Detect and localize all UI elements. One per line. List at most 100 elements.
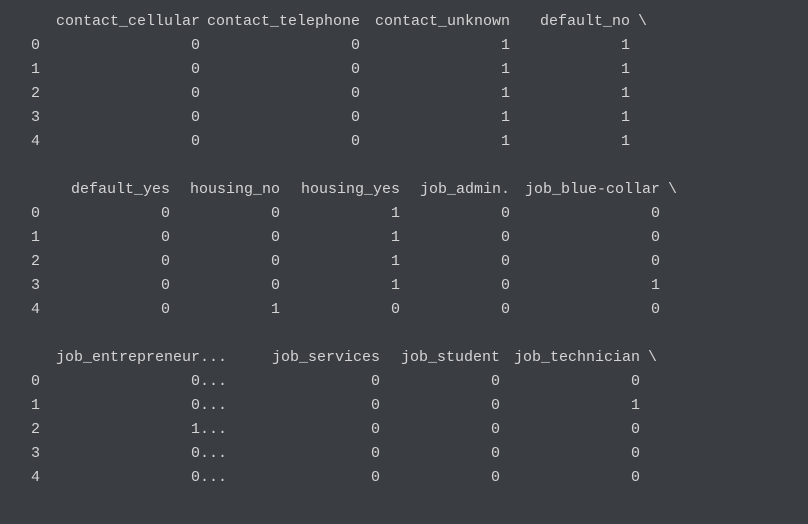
cell-value: ... bbox=[200, 370, 250, 394]
cell-value: 0 bbox=[50, 106, 200, 130]
cell-value: 0 bbox=[500, 418, 640, 442]
cell-value: 0 bbox=[50, 274, 170, 298]
cell-value: 1 bbox=[510, 106, 630, 130]
cell-value: 0 bbox=[500, 370, 640, 394]
dataframe-block: default_yeshousing_nohousing_yesjob_admi… bbox=[0, 178, 808, 322]
cell-value: 1 bbox=[360, 130, 510, 154]
cell-value: 0 bbox=[50, 250, 170, 274]
row-index: 3 bbox=[0, 274, 50, 298]
column-header: job_entrepreneur bbox=[50, 346, 200, 370]
dataframe-output: contact_cellularcontact_telephonecontact… bbox=[0, 0, 808, 524]
cell-value: 1 bbox=[360, 82, 510, 106]
cell-value: 0 bbox=[510, 202, 660, 226]
table-row: 000100 bbox=[0, 202, 808, 226]
cell-value: ... bbox=[200, 442, 250, 466]
cell-value: 0 bbox=[50, 226, 170, 250]
cell-value: 0 bbox=[400, 274, 510, 298]
cell-value: 0 bbox=[200, 82, 360, 106]
row-index: 4 bbox=[0, 130, 50, 154]
column-header: job_student bbox=[380, 346, 500, 370]
column-header: contact_telephone bbox=[200, 10, 360, 34]
table-row: 40011 bbox=[0, 130, 808, 154]
column-header: job_services bbox=[250, 346, 380, 370]
header-row: job_entrepreneur...job_servicesjob_stude… bbox=[0, 346, 808, 370]
cell-value: 0 bbox=[280, 298, 400, 322]
continuation-marker: \ bbox=[630, 10, 668, 34]
cell-value: 1 bbox=[510, 274, 660, 298]
row-index: 3 bbox=[0, 442, 50, 466]
cell-value: 0 bbox=[200, 58, 360, 82]
cell-value: 0 bbox=[380, 370, 500, 394]
cell-value: 0 bbox=[400, 250, 510, 274]
cell-value: ... bbox=[200, 394, 250, 418]
cell-value: 0 bbox=[50, 130, 200, 154]
cell-value: 0 bbox=[50, 58, 200, 82]
cell-value: 1 bbox=[50, 418, 200, 442]
dataframe-block: contact_cellularcontact_telephonecontact… bbox=[0, 10, 808, 154]
cell-value: 0 bbox=[380, 394, 500, 418]
column-header: housing_yes bbox=[280, 178, 400, 202]
cell-value: 0 bbox=[380, 466, 500, 490]
column-header: ... bbox=[200, 346, 250, 370]
cell-value: 0 bbox=[200, 130, 360, 154]
cell-value: 1 bbox=[510, 34, 630, 58]
cell-value: 0 bbox=[380, 442, 500, 466]
row-index: 1 bbox=[0, 394, 50, 418]
table-row: 401000 bbox=[0, 298, 808, 322]
cell-value: 0 bbox=[250, 370, 380, 394]
cell-value: 0 bbox=[50, 466, 200, 490]
cell-value: 0 bbox=[250, 466, 380, 490]
cell-value: 1 bbox=[510, 130, 630, 154]
cell-value: 1 bbox=[510, 82, 630, 106]
row-index: 0 bbox=[0, 370, 50, 394]
column-header: contact_cellular bbox=[50, 10, 200, 34]
cell-value: 0 bbox=[170, 202, 280, 226]
dataframe-block: job_entrepreneur...job_servicesjob_stude… bbox=[0, 346, 808, 490]
column-header: contact_unknown bbox=[360, 10, 510, 34]
row-index: 4 bbox=[0, 298, 50, 322]
cell-value: 0 bbox=[510, 250, 660, 274]
cell-value: ... bbox=[200, 466, 250, 490]
row-index: 4 bbox=[0, 466, 50, 490]
cell-value: 0 bbox=[170, 226, 280, 250]
row-index: 2 bbox=[0, 250, 50, 274]
row-index: 2 bbox=[0, 418, 50, 442]
table-row: 200100 bbox=[0, 250, 808, 274]
cell-value: 1 bbox=[360, 106, 510, 130]
table-row: 00...000 bbox=[0, 370, 808, 394]
cell-value: 1 bbox=[280, 274, 400, 298]
column-header: job_blue-collar bbox=[510, 178, 660, 202]
index-header bbox=[0, 178, 50, 202]
cell-value: 0 bbox=[170, 274, 280, 298]
column-header: housing_no bbox=[170, 178, 280, 202]
cell-value: 0 bbox=[50, 202, 170, 226]
cell-value: 0 bbox=[50, 34, 200, 58]
cell-value: 0 bbox=[510, 298, 660, 322]
row-index: 2 bbox=[0, 82, 50, 106]
cell-value: 1 bbox=[360, 34, 510, 58]
cell-value: 0 bbox=[500, 442, 640, 466]
row-index: 0 bbox=[0, 34, 50, 58]
table-row: 20011 bbox=[0, 82, 808, 106]
column-header: job_technician bbox=[500, 346, 640, 370]
table-row: 00011 bbox=[0, 34, 808, 58]
table-row: 40...000 bbox=[0, 466, 808, 490]
cell-value: 0 bbox=[400, 298, 510, 322]
header-row: contact_cellularcontact_telephonecontact… bbox=[0, 10, 808, 34]
continuation-marker: \ bbox=[660, 178, 698, 202]
cell-value: ... bbox=[200, 418, 250, 442]
cell-value: 0 bbox=[50, 442, 200, 466]
table-row: 21...000 bbox=[0, 418, 808, 442]
cell-value: 0 bbox=[200, 34, 360, 58]
cell-value: 1 bbox=[360, 58, 510, 82]
table-row: 10011 bbox=[0, 58, 808, 82]
cell-value: 0 bbox=[500, 466, 640, 490]
cell-value: 1 bbox=[280, 202, 400, 226]
cell-value: 0 bbox=[250, 442, 380, 466]
cell-value: 0 bbox=[50, 298, 170, 322]
cell-value: 0 bbox=[400, 202, 510, 226]
column-header: job_admin. bbox=[400, 178, 510, 202]
index-header bbox=[0, 10, 50, 34]
table-row: 10...001 bbox=[0, 394, 808, 418]
cell-value: 0 bbox=[250, 394, 380, 418]
